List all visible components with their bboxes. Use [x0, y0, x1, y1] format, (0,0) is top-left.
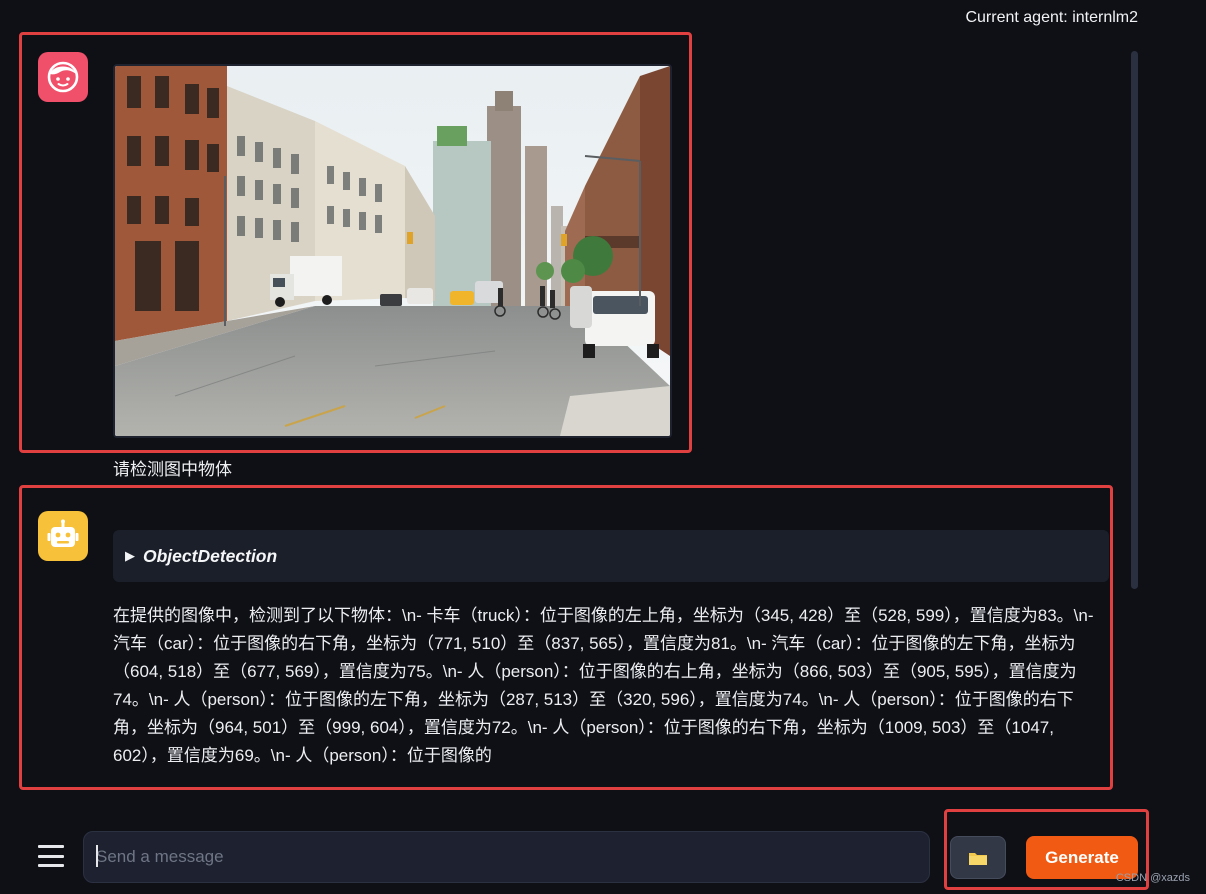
user-face-icon: [47, 61, 79, 93]
tool-call-collapsible[interactable]: ▶ ObjectDetection: [113, 530, 1109, 582]
hamburger-menu-icon[interactable]: [38, 845, 64, 867]
expand-triangle-icon: ▶: [125, 548, 135, 563]
folder-icon: [969, 852, 987, 865]
user-message-text: 请检测图中物体: [113, 460, 232, 479]
message-input[interactable]: [83, 831, 930, 883]
bot-avatar: [38, 511, 88, 561]
current-agent-label: Current agent: internlm2: [965, 9, 1138, 26]
bot-response-text: 在提供的图像中，检测到了以下物体：\n- 卡车（truck）：位于图像的左上角，…: [113, 606, 1094, 765]
upload-button[interactable]: [950, 836, 1006, 879]
chat-scrollbar[interactable]: [1131, 51, 1138, 589]
uploaded-street-photo[interactable]: [113, 64, 672, 438]
user-avatar: [38, 52, 88, 102]
robot-icon: [47, 519, 79, 547]
text-caret: [96, 845, 98, 867]
tool-name-label: ObjectDetection: [143, 545, 278, 566]
csdn-watermark: CSDN @xazds: [1115, 872, 1190, 884]
